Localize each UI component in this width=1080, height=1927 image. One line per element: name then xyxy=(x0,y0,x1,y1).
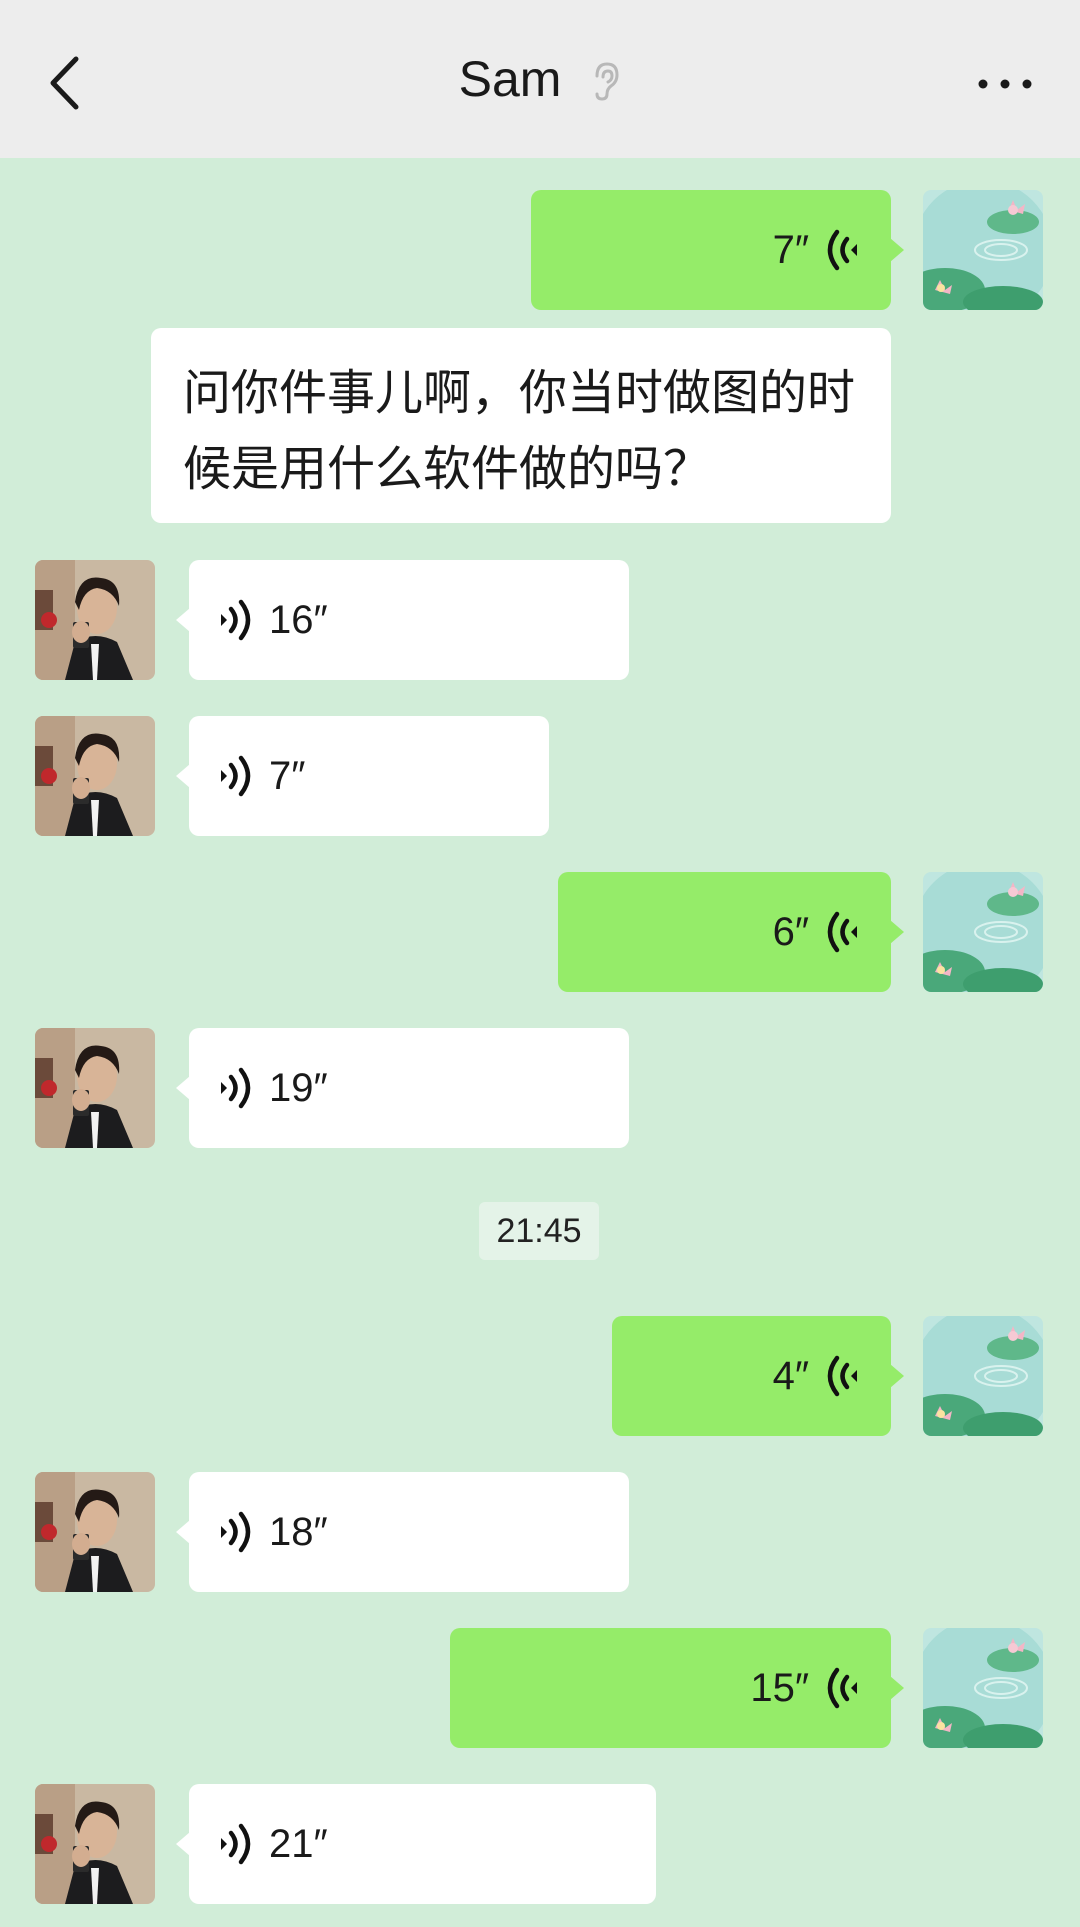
voice-duration: 21″ xyxy=(269,1821,328,1866)
contact-avatar[interactable] xyxy=(35,1472,155,1592)
incoming-voice-message[interactable]: 19″ xyxy=(176,1028,629,1148)
outgoing-voice-message[interactable]: 6″ xyxy=(558,872,904,992)
contact-avatar[interactable] xyxy=(35,1028,155,1148)
voice-duration: 7″ xyxy=(269,753,306,798)
voice-duration: 4″ xyxy=(772,1353,809,1398)
incoming-voice-message[interactable]: 18″ xyxy=(176,1472,629,1592)
outgoing-voice-message[interactable]: 4″ xyxy=(612,1316,904,1436)
my-avatar[interactable] xyxy=(923,872,1043,992)
page-title: Sam xyxy=(458,51,562,107)
voice-duration: 19″ xyxy=(269,1065,328,1110)
voice-wave-icon xyxy=(215,754,251,798)
more-button[interactable] xyxy=(970,70,1040,100)
contact-avatar[interactable] xyxy=(35,1784,155,1904)
more-dots-icon xyxy=(978,76,1032,94)
voice-duration: 15″ xyxy=(750,1665,809,1710)
ear-icon xyxy=(591,60,621,102)
voice-wave-icon xyxy=(215,1822,251,1866)
voice-wave-icon xyxy=(827,1666,863,1710)
title-area: Sam xyxy=(0,0,1080,158)
incoming-voice-message[interactable]: 7″ xyxy=(176,716,549,836)
voice-duration: 6″ xyxy=(772,909,809,954)
outgoing-voice-message[interactable]: 15″ xyxy=(450,1628,904,1748)
contact-avatar[interactable] xyxy=(35,560,155,680)
incoming-text-message[interactable]: 问你件事儿啊，你当时做图的时候是用什么软件做的吗？ xyxy=(151,328,891,523)
voice-duration: 7″ xyxy=(772,227,809,272)
voice-wave-icon xyxy=(215,1066,251,1110)
my-avatar[interactable] xyxy=(923,1628,1043,1748)
time-divider: 21:45 xyxy=(479,1202,599,1260)
voice-duration: 18″ xyxy=(269,1509,328,1554)
my-avatar[interactable] xyxy=(923,190,1043,310)
voice-wave-icon xyxy=(827,228,863,272)
voice-duration: 16″ xyxy=(269,597,328,642)
voice-wave-icon xyxy=(827,910,863,954)
contact-avatar[interactable] xyxy=(35,716,155,836)
voice-wave-icon xyxy=(215,598,251,642)
incoming-voice-message[interactable]: 16″ xyxy=(176,560,629,680)
chat-header: Sam xyxy=(0,0,1080,158)
my-avatar[interactable] xyxy=(923,1316,1043,1436)
incoming-voice-message[interactable]: 21″ xyxy=(176,1784,656,1904)
outgoing-voice-message[interactable]: 7″ xyxy=(531,190,904,310)
voice-wave-icon xyxy=(827,1354,863,1398)
voice-wave-icon xyxy=(215,1510,251,1554)
